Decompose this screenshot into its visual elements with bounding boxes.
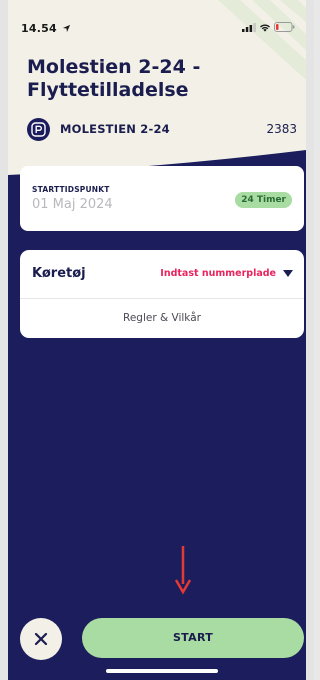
status-time: 14.54 [21, 22, 71, 35]
location-name: MOLESTIEN 2-24 [60, 122, 170, 136]
vehicle-selector[interactable]: Køretøj Indtast nummerplade [20, 250, 304, 298]
duration-badge[interactable]: 24 Timer [235, 192, 292, 208]
vehicle-label: Køretøj [32, 266, 86, 281]
home-indicator [106, 669, 218, 673]
wifi-icon [260, 23, 270, 32]
vehicle-card: Køretøj Indtast nummerplade Regler & Vil… [20, 250, 304, 338]
location-row: MOLESTIEN 2-24 2383 [27, 116, 297, 142]
parking-garage-icon [27, 117, 50, 141]
screenshot-frame-right [306, 0, 314, 680]
location-code: 2383 [266, 122, 297, 136]
app-screen: 14.54 Molestien 2-24 - Flyttetilladelse [8, 0, 306, 680]
status-indicators [242, 22, 295, 32]
start-time-card[interactable]: STARTTIDSPUNKT 01 Maj 2024 24 Timer [20, 166, 304, 231]
close-icon [34, 632, 48, 646]
location-arrow-icon [62, 24, 70, 33]
start-date-value: 01 Maj 2024 [32, 197, 113, 212]
status-time-text: 14.54 [21, 22, 57, 35]
red-arrow-down-icon [174, 546, 192, 595]
page-title: Molestien 2-24 - Flyttetilladelse [27, 56, 201, 101]
screenshot-frame-left [0, 0, 8, 680]
license-plate-prompt[interactable]: Indtast nummerplade [160, 268, 276, 279]
terms-link[interactable]: Regler & Vilkår [20, 299, 304, 338]
start-button[interactable]: START [82, 618, 304, 658]
cellular-signal-icon [242, 22, 256, 32]
start-time-label: STARTTIDSPUNKT [32, 185, 110, 194]
close-button[interactable] [20, 618, 62, 660]
battery-icon [274, 22, 295, 32]
chevron-down-icon[interactable] [283, 270, 293, 277]
